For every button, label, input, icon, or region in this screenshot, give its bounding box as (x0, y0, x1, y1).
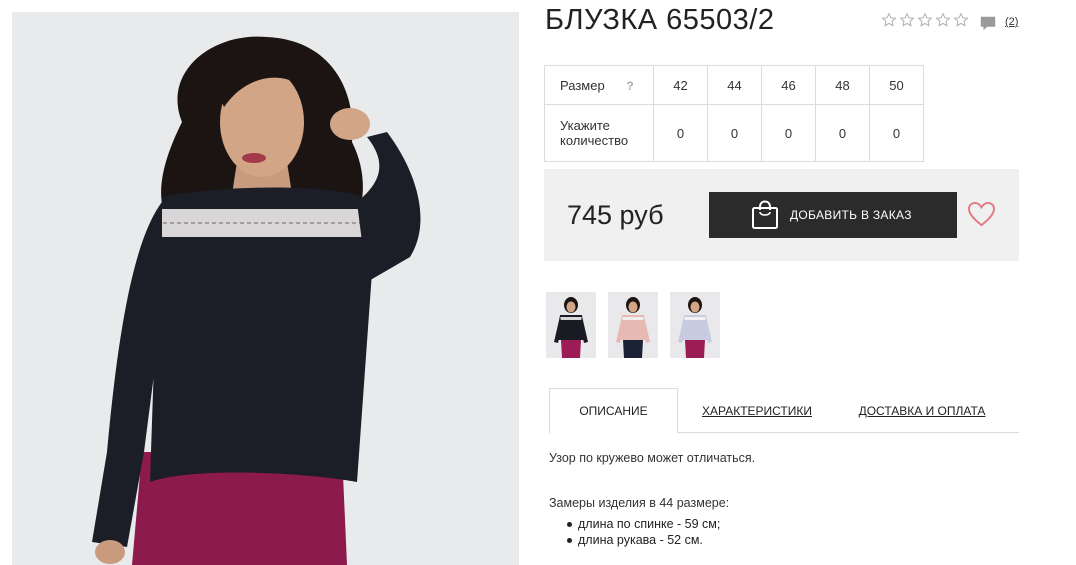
size-table: Размер ? 42 44 46 48 50 Укажите количест… (544, 65, 924, 162)
main-product-photo[interactable] (12, 12, 519, 565)
comment-icon[interactable] (979, 15, 997, 33)
tab-characteristics[interactable]: ХАРАКТЕРИСТИКИ (699, 388, 815, 433)
size-cell: 42 (653, 65, 708, 105)
quantity-row: Укажите количество (544, 104, 924, 162)
help-icon[interactable]: ? (626, 79, 633, 93)
price-block: 745 руб ДОБАВИТЬ В ЗАКАЗ (544, 169, 1019, 261)
quantity-input-44[interactable] (714, 125, 755, 141)
rating-stars[interactable] (881, 12, 969, 28)
quantity-input-50[interactable] (876, 125, 917, 141)
size-cell: 44 (707, 65, 762, 105)
star-icon[interactable] (917, 12, 933, 28)
price: 745 руб (567, 200, 664, 230)
star-icon[interactable] (953, 12, 969, 28)
add-to-order-label: ДОБАВИТЬ В ЗАКАЗ (790, 208, 912, 222)
tab-description[interactable]: ОПИСАНИЕ (549, 388, 678, 434)
size-cell: 48 (815, 65, 870, 105)
measure-list: длина по спинке - 59 см; длина рукава - … (567, 516, 720, 548)
quantity-input-48[interactable] (822, 125, 863, 141)
thumbnail-lavender[interactable] (670, 292, 720, 358)
list-item: длина рукава - 52 см. (567, 532, 720, 548)
size-cell: 50 (869, 65, 924, 105)
description-note: Узор по кружево может отличаться. (549, 451, 756, 465)
list-item: длина по спинке - 59 см; (567, 516, 720, 532)
thumbnail-black[interactable] (546, 292, 596, 358)
review-count-link[interactable]: (2) (1005, 16, 1018, 28)
size-label-cell: Размер ? (544, 65, 654, 105)
star-icon[interactable] (899, 12, 915, 28)
quantity-input-42[interactable] (660, 125, 701, 141)
star-icon[interactable] (881, 12, 897, 28)
thumbnail-pink[interactable] (608, 292, 658, 358)
quantity-label: Укажите количество (544, 104, 654, 162)
tab-delivery-payment[interactable]: ДОСТАВКА И ОПЛАТА (857, 388, 987, 433)
product-title: БЛУЗКА 65503/2 (545, 4, 775, 36)
quantity-input-46[interactable] (768, 125, 809, 141)
product-tabs: ОПИСАНИЕ ХАРАКТЕРИСТИКИ ДОСТАВКА И ОПЛАТ… (549, 388, 1019, 434)
size-cell: 46 (761, 65, 816, 105)
size-label: Размер (560, 77, 605, 93)
star-icon[interactable] (935, 12, 951, 28)
size-row: Размер ? 42 44 46 48 50 (544, 65, 924, 105)
add-to-order-button[interactable]: ДОБАВИТЬ В ЗАКАЗ (709, 192, 957, 238)
measure-title: Замеры изделия в 44 размере: (549, 496, 730, 510)
heart-icon[interactable] (967, 201, 996, 227)
bag-icon (752, 200, 778, 229)
